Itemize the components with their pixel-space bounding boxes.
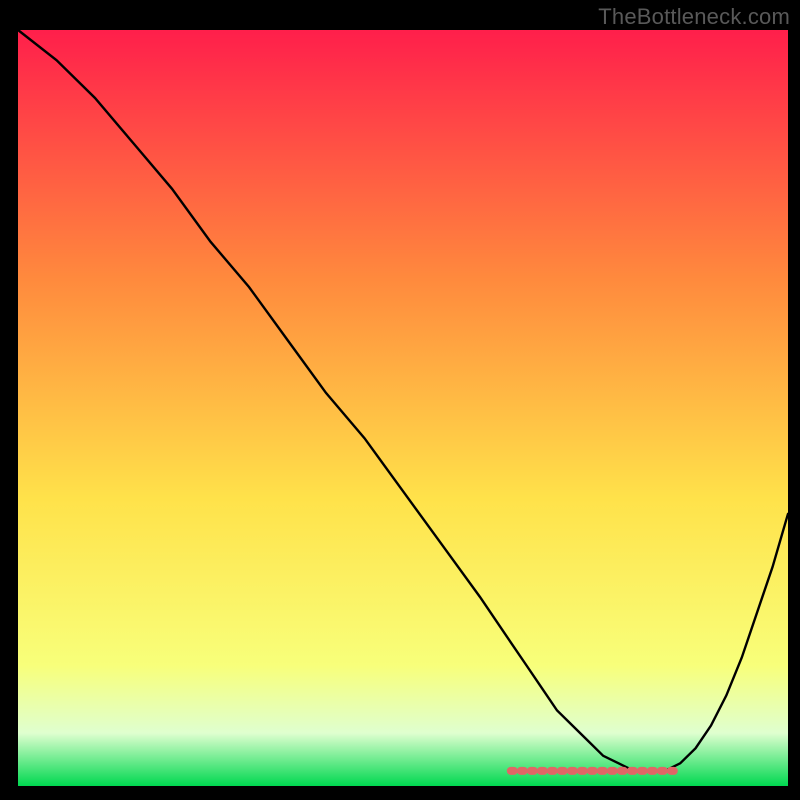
chart-svg: [0, 0, 800, 800]
bottleneck-chart: TheBottleneck.com: [0, 0, 800, 800]
watermark: TheBottleneck.com: [598, 4, 790, 30]
